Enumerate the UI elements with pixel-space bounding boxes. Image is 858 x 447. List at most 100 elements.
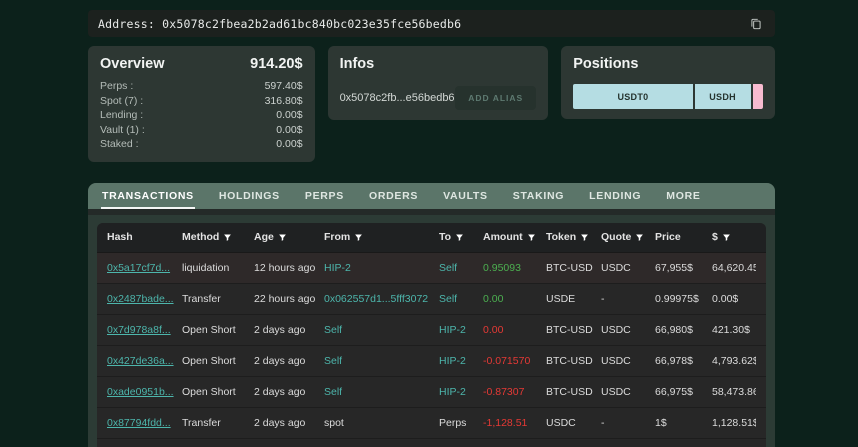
infos-card: Infos 0x5078c2fb...e56bedb6 ADD ALIAS [328, 46, 549, 120]
to-cell[interactable]: HIP-2 [439, 324, 483, 336]
table-row: 0x427de36a...Open Short2 days agoSelfHIP… [97, 346, 766, 377]
add-alias-button[interactable]: ADD ALIAS [455, 86, 536, 110]
tab-perps[interactable]: PERPS [304, 184, 345, 209]
tx-hash-link[interactable]: 0x87794fdd... [107, 417, 182, 429]
usd-cell: 64,620.45$ [712, 262, 756, 274]
tab-holdings[interactable]: HOLDINGS [218, 184, 281, 209]
from-cell[interactable]: Self [324, 355, 439, 367]
method-cell: Open Short [182, 324, 254, 336]
price-cell: 66,980$ [655, 324, 712, 336]
price-cell: 66,975$ [655, 386, 712, 398]
token-cell: USDC [546, 417, 601, 429]
amount-cell: -1,128.51 [483, 417, 546, 429]
filter-funnel-icon[interactable] [354, 233, 363, 242]
quote-cell: USDC [601, 324, 655, 336]
from-cell[interactable]: Self [324, 386, 439, 398]
price-cell: 66,978$ [655, 355, 712, 367]
overview-total: 914.20$ [250, 56, 302, 72]
quote-cell: USDC [601, 386, 655, 398]
column-header: Token [546, 231, 601, 243]
usd-cell: 58,473.86$ [712, 386, 756, 398]
tab-more[interactable]: MORE [665, 184, 701, 209]
from-cell[interactable]: Self [324, 324, 439, 336]
method-cell: Open Short [182, 355, 254, 367]
amount-cell: 0.00 [483, 324, 546, 336]
infos-address-short: 0x5078c2fb...e56bedb6 [340, 92, 455, 104]
from-cell[interactable]: 0x062557d1...5fff3072 [324, 293, 439, 305]
overview-row-value: 0.00$ [276, 123, 302, 138]
transactions-section: TRANSACTIONS HOLDINGS PERPS ORDERS VAULTS STA… [88, 183, 775, 447]
table-row: 0x7d978a8f...Open Short2 days agoSelfHIP… [97, 315, 766, 346]
method-cell: liquidation [182, 262, 254, 274]
position-segment[interactable] [753, 84, 763, 109]
column-header: Age [254, 231, 324, 243]
filter-funnel-icon[interactable] [223, 233, 232, 242]
price-cell: 1$ [655, 417, 712, 429]
filter-funnel-icon[interactable] [580, 233, 589, 242]
usd-cell: 0.00$ [712, 293, 756, 305]
column-header-label: Quote [601, 231, 631, 243]
to-cell[interactable]: HIP-2 [439, 386, 483, 398]
tab-vaults[interactable]: VAULTS [442, 184, 489, 209]
from-cell: spot [324, 417, 439, 429]
overview-row-label: Perps : [100, 79, 133, 94]
positions-card: Positions USDT0USDH [561, 46, 775, 119]
overview-row-label: Lending : [100, 108, 143, 123]
tab-orders[interactable]: ORDERS [368, 184, 419, 209]
positions-title: Positions [573, 56, 763, 72]
to-cell[interactable]: Self [439, 262, 483, 274]
token-cell: BTC-USD [546, 386, 601, 398]
tab-staking[interactable]: STAKING [512, 184, 565, 209]
age-cell: 2 days ago [254, 355, 324, 367]
filter-funnel-icon[interactable] [635, 233, 644, 242]
column-header-label: To [439, 231, 451, 243]
table-row: 0xade0951b...Open Short2 days agoSelfHIP… [97, 377, 766, 408]
position-segment[interactable]: USDT0 [573, 84, 694, 109]
amount-cell: 0.95093 [483, 262, 546, 274]
column-header-label: Method [182, 231, 219, 243]
column-header: Method [182, 231, 254, 243]
quote-cell: USDC [601, 262, 655, 274]
overview-row-value: 0.00$ [276, 108, 302, 123]
from-cell[interactable]: HIP-2 [324, 262, 439, 274]
tx-hash-link[interactable]: 0x427de36a... [107, 355, 182, 367]
overview-row: Spot (7) :316.80$ [100, 94, 303, 109]
overview-row-value: 316.80$ [265, 94, 303, 109]
usd-cell: 1,128.51$ [712, 417, 756, 429]
table-row: 0x7af923bc...rewardsClaim2 days agoBurn … [97, 439, 766, 447]
tx-hash-link[interactable]: 0xade0951b... [107, 386, 182, 398]
tab-transactions[interactable]: TRANSACTIONS [101, 184, 195, 209]
overview-row: Vault (1) : 0.00$ [100, 123, 303, 138]
column-header: $ [712, 231, 756, 243]
filter-funnel-icon[interactable] [527, 233, 536, 242]
column-header: To [439, 231, 483, 243]
transactions-table: HashMethodAgeFromToAmountTokenQuotePrice… [97, 223, 766, 447]
overview-row-label: Vault (1) : [100, 123, 145, 138]
to-cell[interactable]: HIP-2 [439, 355, 483, 367]
tab-lending[interactable]: LENDING [588, 184, 642, 209]
filter-funnel-icon[interactable] [722, 233, 731, 242]
to-cell[interactable]: Self [439, 293, 483, 305]
column-header-label: Age [254, 231, 274, 243]
position-segment[interactable]: USDH [695, 84, 753, 109]
table-row: 0x5a17cf7d...liquidation12 hours agoHIP-… [97, 253, 766, 284]
age-cell: 12 hours ago [254, 262, 324, 274]
age-cell: 2 days ago [254, 386, 324, 398]
filter-funnel-icon[interactable] [455, 233, 464, 242]
column-header: Price [655, 231, 712, 243]
column-header: From [324, 231, 439, 243]
tx-hash-link[interactable]: 0x2487bade... [107, 293, 182, 305]
address-text: Address: 0x5078c2fbea2b2ad61bc840bc023e3… [98, 17, 747, 31]
column-header-label: $ [712, 231, 718, 243]
column-header-label: Hash [107, 231, 133, 243]
column-header-label: Price [655, 231, 681, 243]
page: Address: 0x5078c2fbea2b2ad61bc840bc023e3… [88, 10, 775, 447]
tx-hash-link[interactable]: 0x7d978a8f... [107, 324, 182, 336]
copy-icon[interactable] [747, 15, 765, 33]
tx-hash-link[interactable]: 0x5a17cf7d... [107, 262, 182, 274]
overview-row-label: Staked : [100, 137, 139, 152]
overview-row: Staked :0.00$ [100, 137, 303, 152]
method-cell: Transfer [182, 293, 254, 305]
filter-funnel-icon[interactable] [278, 233, 287, 242]
positions-bar: USDT0USDH [573, 84, 763, 109]
